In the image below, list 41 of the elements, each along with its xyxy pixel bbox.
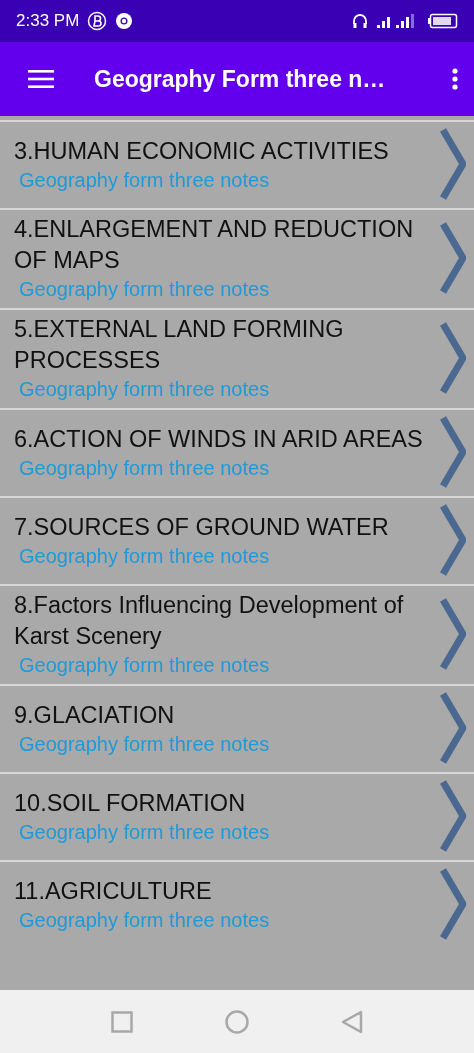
note-title: 3.HUMAN ECONOMIC ACTIVITIES bbox=[14, 136, 390, 166]
note-subtitle: Geography form three notes bbox=[19, 455, 271, 481]
chevron-right-icon bbox=[440, 778, 466, 854]
note-title: 8.Factors Influencing Development of Karst Scenery bbox=[14, 591, 405, 651]
note-title: 10.SOIL FORMATION bbox=[14, 788, 247, 818]
note-subtitle: Geography form three notes bbox=[19, 819, 271, 845]
note-title: 5.EXTERNAL LAND FORMING PROCESSES bbox=[14, 315, 345, 375]
chevron-right-icon bbox=[440, 502, 466, 578]
chevron-right-icon bbox=[440, 690, 466, 766]
note-subtitle: Geography form three notes bbox=[19, 653, 271, 678]
circle-icon bbox=[225, 1009, 249, 1034]
recents-button[interactable] bbox=[111, 1010, 133, 1033]
circled-b-icon bbox=[87, 11, 108, 31]
note-subtitle: Geography form three notes bbox=[19, 167, 271, 193]
note-title: 11.AGRICULTURE bbox=[14, 876, 213, 906]
square-icon bbox=[111, 1010, 133, 1033]
note-subtitle: Geography form three notes bbox=[19, 731, 271, 757]
chevron-right-icon bbox=[440, 596, 466, 672]
note-subtitle: Geography form three notes bbox=[19, 907, 271, 933]
note-subtitle: Geography form three notes bbox=[19, 377, 271, 402]
more-options-icon bbox=[452, 68, 458, 90]
battery-icon bbox=[428, 13, 458, 29]
chevron-right-icon bbox=[440, 126, 466, 202]
chevron-right-icon bbox=[440, 866, 466, 942]
back-button[interactable] bbox=[341, 1009, 363, 1034]
chevron-right-icon bbox=[440, 320, 466, 396]
chevron-right-icon bbox=[440, 414, 466, 490]
note-title: 9.GLACIATION bbox=[14, 700, 176, 730]
app-title: Geography Form three n… bbox=[94, 65, 387, 93]
chevron-right-icon bbox=[440, 220, 466, 296]
note-title: 4.ENLARGEMENT AND REDUCTION OF MAPS bbox=[14, 215, 415, 275]
home-button[interactable] bbox=[225, 1009, 249, 1034]
menu-icon bbox=[28, 69, 54, 89]
browser-icon bbox=[115, 12, 134, 30]
triangle-left-icon bbox=[341, 1009, 363, 1034]
headset-icon bbox=[352, 13, 368, 29]
note-subtitle: Geography form three notes bbox=[19, 277, 271, 302]
note-subtitle: Geography form three notes bbox=[19, 543, 271, 569]
note-title: 7.SOURCES OF GROUND WATER bbox=[14, 512, 390, 542]
status-time: 2:33 PM bbox=[16, 11, 80, 31]
note-title: 6.ACTION OF WINDS IN ARID AREAS bbox=[14, 424, 424, 454]
